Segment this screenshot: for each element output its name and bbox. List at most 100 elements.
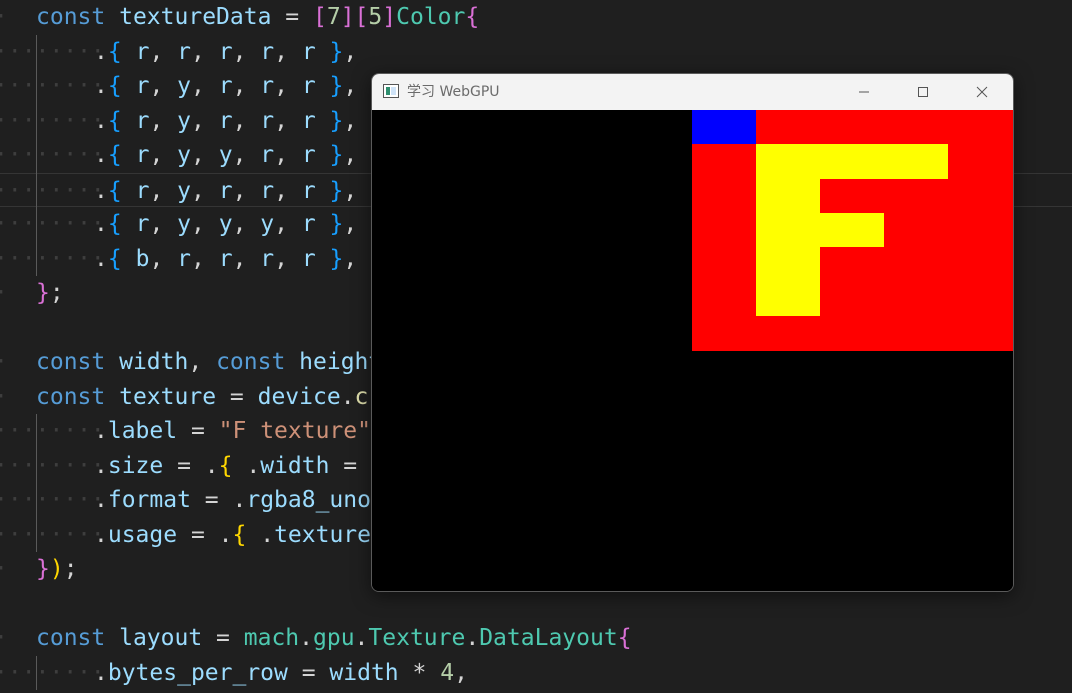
minimize-icon: [859, 91, 869, 93]
code-token: y: [177, 142, 191, 168]
code-token: ,: [343, 73, 358, 99]
code-token: ,: [232, 38, 261, 65]
code-token: ,: [343, 142, 358, 168]
code-token: ;: [63, 556, 78, 582]
render-canvas[interactable]: [372, 110, 1013, 591]
code-text: .{ b, r, r, r, r },: [94, 242, 357, 277]
code-token: ,: [191, 38, 219, 65]
texture-texel: [884, 110, 949, 145]
code-token: textureData: [119, 4, 272, 30]
code-token: r: [135, 73, 150, 99]
whitespace-marker: ········: [0, 107, 105, 134]
whitespace-marker: ········: [0, 211, 105, 237]
code-token: ,: [343, 107, 358, 134]
webgpu-window[interactable]: 学习 WebGPU: [371, 73, 1014, 592]
code-text: .{ r, y, y, y, r },: [94, 207, 357, 242]
code-token: "F texture": [218, 418, 371, 444]
code-token: ,: [232, 73, 261, 99]
code-line[interactable]: · const textureData = [7][5]Color{: [0, 0, 1072, 35]
code-text: .usage = .{ .texture: [94, 518, 371, 553]
code-token: ,: [274, 177, 302, 204]
whitespace-marker: ········: [0, 487, 105, 513]
code-token: .: [94, 142, 108, 168]
code-token: const: [216, 349, 286, 375]
minimize-button[interactable]: [835, 74, 893, 110]
texture-texel: [692, 144, 757, 180]
code-token: ,: [232, 245, 261, 272]
code-token: r: [301, 142, 316, 168]
code-line[interactable]: ········ .bytes_per_row = width * 4,: [0, 656, 1072, 691]
code-token: r: [135, 38, 150, 65]
code-token: .: [94, 177, 108, 204]
code-token: ,: [149, 245, 178, 272]
texture-texel: [692, 281, 757, 317]
code-token: r: [177, 245, 191, 272]
maximize-button[interactable]: [894, 74, 952, 110]
code-line[interactable]: ·const layout = mach.gpu.Texture.DataLay…: [0, 621, 1072, 656]
code-token: ): [49, 556, 64, 582]
code-token: r: [135, 142, 150, 168]
whitespace-marker: ········: [0, 142, 105, 168]
code-token: ,: [343, 245, 358, 272]
code-token: =: [287, 659, 330, 686]
code-token: {: [107, 38, 122, 65]
code-token: r: [218, 107, 233, 134]
texture-texel: [820, 315, 885, 351]
code-token: gpu: [313, 625, 355, 651]
texture-texel: [948, 178, 1013, 214]
code-token: {: [107, 177, 122, 204]
texture-texel: [884, 247, 949, 282]
code-token: ,: [274, 211, 302, 237]
code-token: ,: [343, 177, 358, 204]
window-titlebar[interactable]: 学习 WebGPU: [372, 74, 1013, 110]
code-token: ,: [232, 211, 261, 237]
code-token: y: [218, 142, 233, 168]
code-token: .: [94, 452, 108, 479]
code-token: r: [218, 245, 233, 272]
code-token: y: [177, 177, 191, 204]
code-token: r: [218, 38, 233, 65]
code-token: bytes_per_row: [107, 659, 288, 686]
window-title: 学习 WebGPU: [407, 84, 500, 100]
whitespace-marker: ·: [0, 345, 8, 380]
whitespace-marker: ········: [0, 38, 105, 65]
code-token: r: [301, 177, 316, 204]
code-token: r: [301, 73, 316, 99]
texture-texel: [948, 110, 1013, 145]
code-token: y: [177, 107, 191, 134]
code-token: y: [260, 211, 275, 237]
code-text: .{ r, r, r, r, r },: [94, 35, 357, 70]
close-button[interactable]: [953, 74, 1011, 110]
code-token: 7: [326, 4, 341, 30]
code-text: const textureData = [7][5]Color{: [36, 0, 479, 35]
texture-texel: [692, 212, 757, 248]
texture-texel: [948, 315, 1013, 351]
code-token: width: [329, 659, 399, 686]
code-token: size: [107, 452, 164, 479]
code-token: height: [299, 349, 383, 375]
code-token: {: [107, 73, 122, 99]
code-token: r: [301, 245, 316, 272]
code-token: r: [301, 38, 316, 65]
code-token: Color: [396, 4, 466, 30]
code-token: ,: [149, 73, 178, 99]
code-token: .: [340, 383, 355, 410]
texture-texel: [820, 281, 885, 317]
code-token: {: [107, 245, 122, 272]
code-token: ,: [343, 38, 358, 65]
code-text: .{ r, y, r, r, r },: [94, 104, 357, 139]
code-token: ,: [191, 142, 219, 168]
whitespace-marker: ········: [0, 521, 105, 548]
code-token: {: [218, 452, 233, 479]
code-token: {: [232, 521, 247, 548]
texture-texel: [820, 110, 885, 145]
code-line[interactable]: ········ .{ r, r, r, r, r },: [0, 35, 1072, 70]
code-text: .size = .{ .width =: [94, 449, 371, 484]
code-token: }: [329, 245, 344, 272]
code-token: ,: [274, 38, 302, 65]
